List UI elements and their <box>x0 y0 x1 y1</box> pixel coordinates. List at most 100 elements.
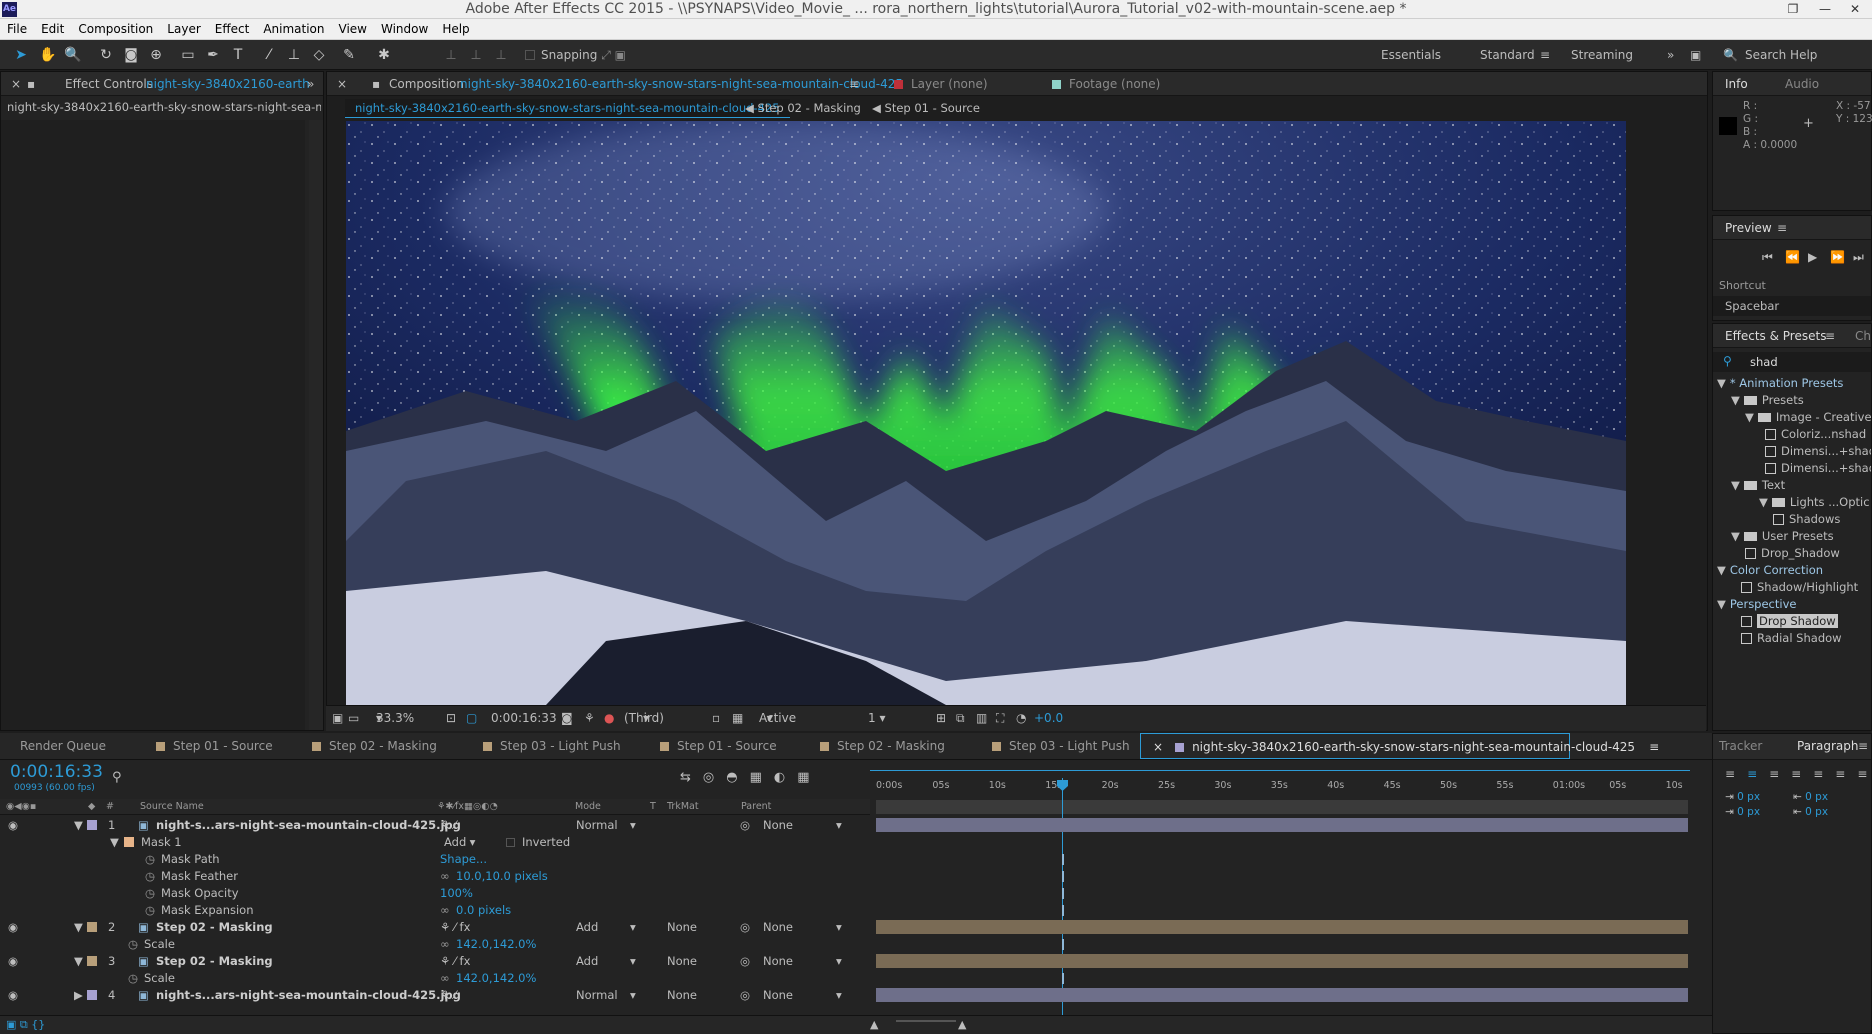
stopwatch-icon[interactable]: ◷ <box>145 851 155 868</box>
snapshot-icon[interactable]: ◙ <box>561 706 573 730</box>
visibility-eye-icon[interactable]: ◉ <box>8 817 18 834</box>
timeline-search-icon[interactable]: ⚲ <box>112 770 122 785</box>
property-row[interactable]: ▼ Mask 1 Add ▾ Inverted <box>0 834 870 851</box>
menu-window[interactable]: Window <box>374 19 435 39</box>
paragraph-tab[interactable]: Paragraph <box>1797 734 1858 758</box>
channel-icon[interactable]: ● <box>604 706 614 730</box>
keyframe-marker-icon[interactable] <box>1062 888 1064 899</box>
workspace-streaming[interactable]: Streaming <box>1571 48 1633 62</box>
close-tab-icon[interactable]: × <box>11 72 21 95</box>
pan-behind-tool-icon[interactable]: ⊕ <box>145 44 167 66</box>
workspace-standard[interactable]: Standard <box>1480 48 1535 62</box>
close-comp-tab-icon[interactable]: × <box>337 72 347 95</box>
effects-search-field[interactable]: ⚲ shad <box>1713 352 1871 372</box>
world-axis-icon[interactable]: ⟂ <box>465 44 487 66</box>
layer-switches-icon[interactable]: ⚘ ⁄ fx <box>440 919 470 936</box>
layer-name[interactable]: night-s...ars-night-sea-mountain-cloud-4… <box>156 817 461 834</box>
expand-arrow-icon[interactable]: ▼ <box>1731 529 1740 543</box>
layer-duration-bar[interactable] <box>876 920 1688 934</box>
info-tab[interactable]: Info <box>1725 72 1748 95</box>
character-tab[interactable]: Cha <box>1855 324 1871 347</box>
menu-animation[interactable]: Animation <box>256 19 331 39</box>
parent-pickwhip-icon[interactable]: ◎ <box>740 953 750 970</box>
view-axis-icon[interactable]: ⟂ <box>490 44 512 66</box>
lock-icon[interactable]: ▪ <box>372 72 380 95</box>
expand-arrow-icon[interactable]: ▼ <box>1717 597 1726 611</box>
restore-icon[interactable]: ❐ <box>1778 0 1808 19</box>
tree-item[interactable]: Dimensi...+shad <box>1765 443 1871 460</box>
rotate-tool-icon[interactable]: ↻ <box>95 44 117 66</box>
stopwatch-icon[interactable]: ◷ <box>145 902 155 919</box>
mask-mode-dropdown[interactable]: Add ▾ <box>444 834 475 851</box>
keyframe-marker-icon[interactable] <box>1062 854 1064 865</box>
space-after[interactable]: ⇤ 0 px <box>1793 806 1828 818</box>
parent-pickwhip-icon[interactable]: ◎ <box>740 987 750 1004</box>
layer-duration-bar[interactable] <box>876 954 1688 968</box>
tree-item[interactable]: Drop Shadow <box>1741 613 1838 630</box>
layer-row[interactable]: ◉ ▼ 2 ▣ Step 02 - Masking ⚘ ⁄ fx Add ▾ None ◎ None… <box>0 919 870 936</box>
zoom-in-icon[interactable]: ▲ <box>958 1018 966 1031</box>
expand-arrow-icon[interactable]: ▼ <box>1717 563 1726 577</box>
view-layout-dropdown[interactable]: 1 View ▾ <box>868 706 896 749</box>
property-value[interactable]: 142.0,142.0% <box>456 970 536 987</box>
effects-presets-tab[interactable]: Effects & Presets <box>1725 324 1826 347</box>
last-frame-icon[interactable]: ⏭ <box>1853 250 1864 265</box>
label-color-icon[interactable] <box>87 956 97 966</box>
tree-item[interactable]: ▼ Text <box>1731 477 1785 494</box>
tab-menu-icon[interactable]: ≡ <box>1649 740 1659 754</box>
exposure-value[interactable]: +0.0 <box>1034 706 1063 730</box>
twirl-arrow-icon[interactable]: ▼ <box>74 817 83 834</box>
expand-arrow-icon[interactable]: ▼ <box>1731 393 1740 407</box>
link-icon[interactable]: ∞ <box>440 970 450 987</box>
sync-settings-icon[interactable]: ▣ <box>1690 48 1701 62</box>
menu-composition[interactable]: Composition <box>71 19 160 39</box>
menu-view[interactable]: View <box>332 19 374 39</box>
layer-name[interactable]: night-s...ars-night-sea-mountain-cloud-4… <box>156 987 461 1004</box>
keyframe-marker-icon[interactable] <box>1062 871 1064 882</box>
visibility-eye-icon[interactable]: ◉ <box>8 953 18 970</box>
effect-controls-scrollbar[interactable] <box>309 120 323 730</box>
lock-icon[interactable]: ▪ <box>27 72 35 95</box>
comp-breadcrumb-step01[interactable]: ◀ Step 01 - Source <box>872 99 980 118</box>
property-value[interactable]: 0.0 pixels <box>456 902 511 919</box>
timeline-tab[interactable]: Step 01 - Source <box>660 733 777 760</box>
zoom-slider[interactable] <box>896 1020 956 1022</box>
region-of-interest-icon[interactable]: ▫ <box>712 706 720 730</box>
transparency-grid-icon[interactable]: ▦ <box>732 706 743 730</box>
space-before[interactable]: ⇤ 0 px <box>1793 791 1828 803</box>
tree-item[interactable]: ▼ Lights ...Optic <box>1759 494 1870 511</box>
zoom-tool-icon[interactable]: 🔍 <box>62 44 84 66</box>
local-axis-icon[interactable]: ⟂ <box>440 44 462 66</box>
layer-name[interactable]: Step 02 - Masking <box>156 919 273 936</box>
visibility-eye-icon[interactable]: ◉ <box>8 987 18 1004</box>
first-frame-icon[interactable]: ⏮ <box>1762 250 1773 265</box>
tree-item[interactable]: ▼ User Presets <box>1731 528 1834 545</box>
timeline-tab[interactable]: × night-sky-3840x2160-earth-sky-snow-star… <box>1140 733 1659 759</box>
rectangle-tool-icon[interactable]: ▭ <box>177 44 199 66</box>
eraser-tool-icon[interactable]: ◇ <box>308 44 330 66</box>
shortcut-dropdown[interactable]: Spacebar <box>1713 296 1871 316</box>
effect-controls-tab[interactable]: Effect Controls <box>65 72 153 95</box>
timeline-tab[interactable]: Step 01 - Source <box>156 733 273 760</box>
timeline-tab[interactable]: Step 02 - Masking <box>820 733 945 760</box>
property-row[interactable]: ◷ Mask Feather ∞ 10.0,10.0 pixels <box>0 868 870 885</box>
safe-zones-icon[interactable]: ⊡ <box>446 706 456 730</box>
effects-menu-icon[interactable]: ≡ <box>1825 324 1835 347</box>
work-area-bar[interactable] <box>870 770 1690 771</box>
inverted-checkbox[interactable] <box>506 838 515 847</box>
parent-pickwhip-icon[interactable]: ◎ <box>740 817 750 834</box>
render-queue-tab[interactable]: Render Queue <box>20 733 106 760</box>
next-frame-icon[interactable]: ⏩ <box>1830 250 1845 264</box>
camera-tool-icon[interactable]: ◙ <box>120 44 142 66</box>
twirl-arrow-icon[interactable]: ▼ <box>74 953 83 970</box>
visibility-eye-icon[interactable]: ◉ <box>8 919 18 936</box>
twirl-arrow-icon[interactable]: ▼ <box>74 919 83 936</box>
property-value[interactable]: 142.0,142.0% <box>456 936 536 953</box>
brush-tool-icon[interactable]: ⁄ <box>258 44 280 66</box>
current-time[interactable]: 0:00:16:33 <box>491 706 557 730</box>
work-area-track[interactable] <box>876 800 1688 814</box>
layer-switches-icon[interactable]: ⚘ ⁄ <box>440 987 456 1004</box>
property-row[interactable]: ◷ Mask Path Shape... <box>0 851 870 868</box>
composition-tab-name[interactable]: night-sky-3840x2160-earth-sky-snow-stars… <box>460 72 903 95</box>
layer-switches-icon[interactable]: ⚘ ⁄ fx <box>440 953 470 970</box>
